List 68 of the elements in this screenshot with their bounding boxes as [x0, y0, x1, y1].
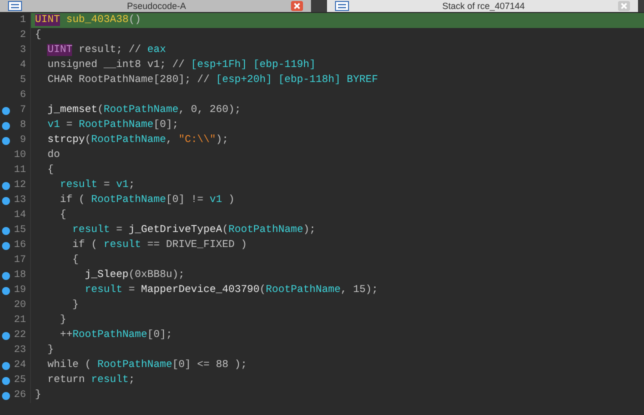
line-number: 24	[12, 360, 26, 371]
code-line: }	[34, 388, 42, 403]
code-line: if ( result == DRIVE_FIXED )	[71, 238, 248, 253]
code-line: do	[46, 148, 61, 163]
editor-tab[interactable]: Pseudocode-A	[0, 0, 311, 12]
line-number: 9	[18, 135, 26, 146]
code-line: UINT result; // eax	[46, 43, 167, 58]
line-number: 26	[12, 390, 26, 401]
breakpoint-dot[interactable]	[2, 286, 10, 294]
breakpoint-dot[interactable]	[2, 392, 10, 400]
code-line: unsigned __int8 v1; // [esp+1Fh] [ebp-119h]	[46, 58, 317, 73]
code-line: strcpy(RootPathName, "C:\\");	[46, 133, 230, 148]
line-number: 1	[18, 15, 26, 26]
breakpoint-dot[interactable]	[2, 226, 10, 234]
code-line: {	[58, 208, 68, 223]
line-number: 21	[12, 315, 26, 326]
line-number: 19	[12, 285, 26, 296]
breakpoint-dot[interactable]	[2, 122, 10, 130]
line-number: 22	[12, 330, 26, 341]
code-line: result = MapperDevice_403790(RootPathName, 15);	[84, 283, 380, 298]
code-line: result = j_GetDriveTypeA(RootPathName);	[71, 223, 317, 238]
breakpoint-dot[interactable]	[2, 242, 10, 250]
line-number: 16	[12, 240, 26, 251]
code-line: ++RootPathName[0];	[58, 328, 174, 343]
line-number: 12	[12, 180, 26, 191]
line-number: 13	[12, 195, 26, 206]
line-number: 11	[12, 165, 26, 176]
code-line: j_Sleep(0xBB8u);	[84, 268, 186, 283]
line-number: 5	[18, 75, 26, 86]
line-number: 15	[12, 225, 26, 236]
code-line: if ( RootPathName[0] != v1 )	[58, 193, 236, 208]
code-line: v1 = RootPathName[0];	[46, 118, 180, 133]
breakpoint-dot[interactable]	[2, 332, 10, 340]
line-number: 6	[18, 90, 26, 101]
line-number: 7	[18, 105, 26, 116]
line-number: 10	[12, 150, 26, 161]
code-line: return result;	[46, 373, 136, 388]
line-number: 20	[12, 300, 26, 311]
close-icon[interactable]	[291, 1, 303, 11]
line-number: 23	[12, 345, 26, 356]
line-number: 2	[18, 30, 26, 41]
breakpoint-dot[interactable]	[2, 272, 10, 280]
breakpoint-dot[interactable]	[2, 196, 10, 204]
line-number: 18	[12, 270, 26, 281]
line-number: 17	[12, 255, 26, 266]
code-line: }	[46, 343, 55, 358]
code-line: {	[71, 253, 80, 268]
breakpoint-dot[interactable]	[2, 106, 10, 114]
code-line: }	[58, 313, 68, 328]
code-line: while ( RootPathName[0] <= 88 );	[46, 358, 248, 373]
line-number: 4	[18, 60, 26, 71]
line-number: 3	[18, 45, 26, 56]
code-line: {	[34, 28, 42, 43]
document-icon	[8, 1, 22, 11]
document-icon	[335, 1, 349, 11]
code-line: result = v1;	[58, 178, 136, 193]
code-line: CHAR RootPathName[280]; // [esp+20h] [ebp-118h] BYREF	[46, 73, 379, 88]
code-line: {	[46, 163, 55, 178]
breakpoint-dot[interactable]	[2, 136, 10, 144]
line-number: 25	[12, 375, 26, 386]
code-line: j_memset(RootPathName, 0, 260);	[46, 103, 242, 118]
breakpoint-dot[interactable]	[2, 376, 10, 384]
breakpoint-dot[interactable]	[2, 182, 10, 190]
breakpoint-dot[interactable]	[2, 362, 10, 370]
editor-tab[interactable]: Stack of rce_407144	[327, 0, 638, 12]
line-number: 14	[12, 210, 26, 221]
line-number: 8	[18, 120, 26, 131]
code-line: }	[71, 298, 80, 313]
